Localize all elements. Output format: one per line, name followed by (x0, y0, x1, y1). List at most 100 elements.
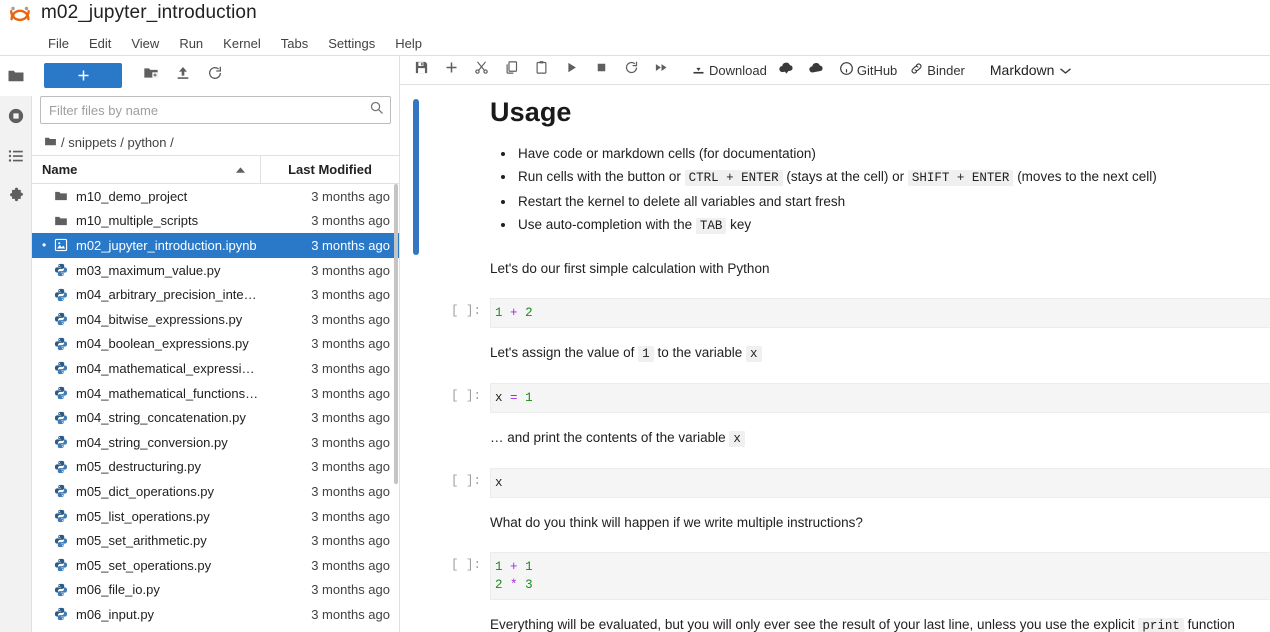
file-list-item[interactable]: m04_arbitrary_precision_intege…3 months … (32, 282, 399, 307)
sidebar-item-file-browser[interactable] (0, 56, 32, 96)
file-name: m04_string_conversion.py (76, 435, 267, 450)
search-icon (369, 100, 384, 120)
menu-item-tabs[interactable]: Tabs (271, 33, 318, 55)
code-token (503, 306, 511, 320)
new-folder-button[interactable] (136, 61, 166, 89)
file-list-item[interactable]: m06_file_io.py3 months ago (32, 578, 399, 603)
file-list-item[interactable]: m05_destructuring.py3 months ago (32, 455, 399, 480)
file-list-item[interactable]: m04_mathematical_functions.py3 months ag… (32, 381, 399, 406)
menu-item-settings[interactable]: Settings (318, 33, 385, 55)
markdown-text: … and print the contents of the variable (490, 430, 729, 445)
file-name: m04_mathematical_expressions… (76, 361, 267, 376)
markdown-cell[interactable]: Let's do our first simple calculation wi… (400, 258, 1270, 298)
code-cell[interactable]: [ ]:x = 1 (400, 383, 1270, 413)
file-list[interactable]: m10_demo_project3 months agom10_multiple… (32, 184, 399, 632)
code-cell[interactable]: [ ]:1 + 12 * 3 (400, 552, 1270, 600)
cut-button[interactable] (466, 57, 496, 83)
menu-item-kernel[interactable]: Kernel (213, 33, 271, 55)
markdown-cell[interactable]: Let's assign the value of 1 to the varia… (400, 342, 1270, 383)
code-token: 2 (525, 306, 533, 320)
sidebar-item-running[interactable] (0, 96, 32, 136)
menu-item-view[interactable]: View (121, 33, 169, 55)
file-list-scrollbar-thumb[interactable] (394, 184, 398, 484)
file-list-item[interactable]: m05_list_operations.py3 months ago (32, 504, 399, 529)
breadcrumb[interactable]: / snippets / python / (32, 130, 399, 156)
file-name: m02_jupyter_introduction.ipynb (76, 238, 267, 253)
refresh-button[interactable] (200, 61, 230, 89)
insert-cell-button[interactable] (436, 57, 466, 83)
menu-item-edit[interactable]: Edit (79, 33, 121, 55)
file-list-scrollbar[interactable] (394, 184, 399, 632)
code-cell[interactable]: [ ]:1 + 2 (400, 298, 1270, 328)
paste-button[interactable] (526, 57, 556, 83)
column-header-name[interactable]: Name (32, 156, 261, 183)
markdown-cell[interactable]: UsageHave code or markdown cells (for do… (400, 85, 1270, 258)
binder-label: Binder (927, 63, 965, 78)
copy-button[interactable] (496, 57, 526, 83)
file-last-modified: 3 months ago (267, 410, 399, 425)
markdown-text: Everything will be evaluated, but you wi… (490, 617, 1138, 632)
breadcrumb-home-icon[interactable] (44, 135, 57, 151)
cell-type-dropdown[interactable]: Markdown (984, 60, 1078, 80)
markdown-cell[interactable]: Everything will be evaluated, but you wi… (400, 614, 1270, 632)
python-icon (51, 435, 71, 449)
file-name: m06_input.py (76, 607, 267, 622)
new-launcher-button[interactable] (44, 63, 122, 88)
binder-button[interactable]: Binder (904, 58, 970, 82)
file-list-item[interactable]: m04_bitwise_expressions.py3 months ago (32, 307, 399, 332)
file-list-item[interactable]: m10_multiple_scripts3 months ago (32, 209, 399, 234)
notebook-cells-area[interactable]: UsageHave code or markdown cells (for do… (400, 85, 1270, 632)
file-list-item[interactable]: m06_input.py3 months ago (32, 602, 399, 627)
upload-button[interactable] (168, 61, 198, 89)
search-input[interactable] (49, 103, 369, 118)
menu-item-run[interactable]: Run (169, 33, 213, 55)
file-list-item[interactable]: m04_mathematical_expressions…3 months ag… (32, 356, 399, 381)
file-list-item[interactable]: m05_set_operations.py3 months ago (32, 553, 399, 578)
file-list-item[interactable]: m05_dict_operations.py3 months ago (32, 479, 399, 504)
code-editor[interactable]: 1 + 12 * 3 (490, 552, 1270, 600)
file-list-item[interactable]: m04_boolean_expressions.py3 months ago (32, 332, 399, 357)
code-editor[interactable]: x = 1 (490, 383, 1270, 413)
markdown-text: key (726, 217, 751, 232)
code-editor[interactable]: x (490, 468, 1270, 498)
menu-item-file[interactable]: File (38, 33, 79, 55)
code-token (518, 578, 526, 592)
github-button[interactable]: GitHub (834, 58, 902, 82)
code-cell[interactable]: [ ]:x (400, 468, 1270, 498)
file-last-modified: 3 months ago (267, 509, 399, 524)
cell-prompt: [ ]: (400, 298, 490, 318)
file-list-item[interactable]: m04_string_conversion.py3 months ago (32, 430, 399, 455)
file-list-item[interactable]: m04_string_concatenation.py3 months ago (32, 405, 399, 430)
file-list-item[interactable]: m10_demo_project3 months ago (32, 184, 399, 209)
cloud-upload-button[interactable] (802, 57, 832, 83)
file-name: m05_destructuring.py (76, 459, 267, 474)
column-header-last-modified[interactable]: Last Modified (261, 156, 399, 183)
new-folder-icon (143, 65, 159, 86)
restart-run-all-button[interactable] (646, 57, 676, 83)
code-token: x (495, 391, 503, 405)
cloud-download-button[interactable] (772, 57, 802, 83)
breadcrumb-path[interactable]: / snippets / python / (61, 135, 174, 150)
file-list-item[interactable]: m03_maximum_value.py3 months ago (32, 258, 399, 283)
stop-button[interactable] (586, 57, 616, 83)
menu-item-help[interactable]: Help (385, 33, 432, 55)
code-token (518, 560, 526, 574)
cell-prompt: [ ]: (400, 383, 490, 403)
save-button[interactable] (406, 57, 436, 83)
markdown-cell[interactable]: What do you think will happen if we writ… (400, 512, 1270, 552)
download-button[interactable]: Download (686, 58, 772, 82)
folder-icon (7, 67, 25, 85)
sidebar-item-table-of-contents[interactable] (0, 136, 32, 176)
restart-button[interactable] (616, 57, 646, 83)
sidebar-item-extension-manager[interactable] (0, 176, 32, 216)
filter-box[interactable] (40, 96, 391, 124)
file-list-item[interactable]: m05_set_arithmetic.py3 months ago (32, 528, 399, 553)
code-editor[interactable]: 1 + 2 (490, 298, 1270, 328)
file-name: m04_bitwise_expressions.py (76, 312, 267, 327)
markdown-text: Use auto-completion with the (518, 217, 696, 232)
file-last-modified: 3 months ago (267, 189, 399, 204)
run-button[interactable] (556, 57, 586, 83)
markdown-text: Let's assign the value of (490, 345, 638, 360)
file-list-item[interactable]: •m02_jupyter_introduction.ipynb3 months … (32, 233, 399, 258)
markdown-cell[interactable]: … and print the contents of the variable… (400, 427, 1270, 468)
